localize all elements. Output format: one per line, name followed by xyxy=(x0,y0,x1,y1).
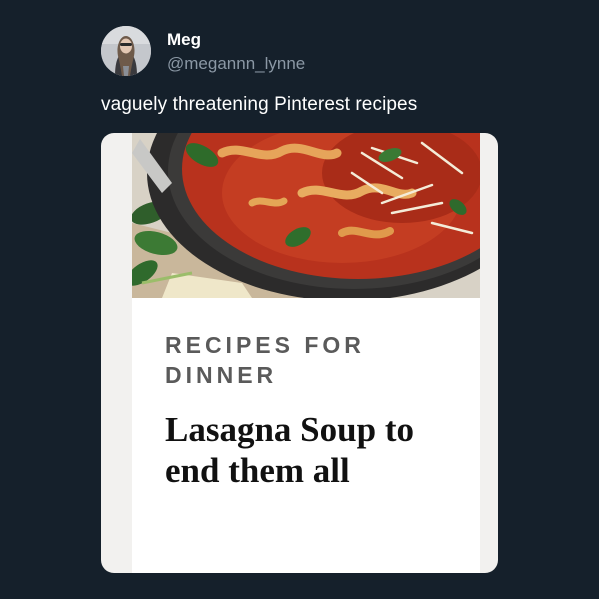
card-headline: Lasagna Soup to end them all xyxy=(165,410,414,490)
lasagna-soup-photo xyxy=(132,133,480,298)
profile-photo-icon xyxy=(101,26,151,76)
avatar[interactable] xyxy=(101,26,151,76)
display-name[interactable]: Meg xyxy=(167,30,201,50)
media-card[interactable]: RECIPES FOR DINNER Lasagna Soup to end t… xyxy=(101,133,498,573)
card-kicker: RECIPES FOR DINNER xyxy=(165,332,365,388)
soup-pot-illustration xyxy=(132,133,480,298)
tweet-text: vaguely threatening Pinterest recipes xyxy=(101,94,418,115)
user-handle[interactable]: @megannn_lynne xyxy=(167,54,305,74)
tweet: Meg @megannn_lynne vaguely threatening P… xyxy=(0,0,599,599)
pin-image: RECIPES FOR DINNER Lasagna Soup to end t… xyxy=(132,133,480,573)
